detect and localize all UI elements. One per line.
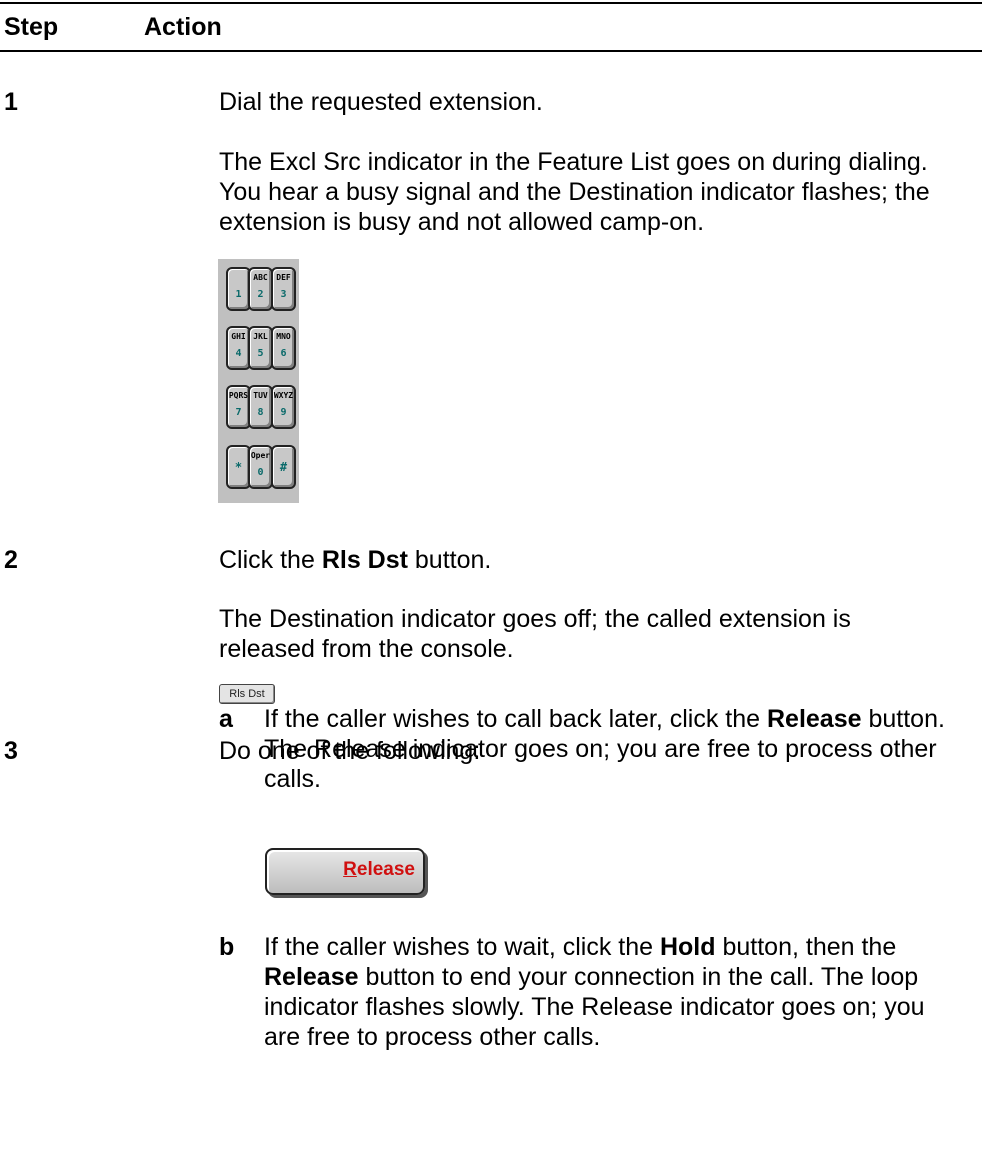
option-b-line1: If the caller wishes to wait, click the … <box>264 933 897 961</box>
release-button[interactable]: Release <box>265 848 425 895</box>
release-button-label: Release <box>343 859 415 880</box>
header-action: Action <box>144 13 222 41</box>
option-b-letter: b <box>219 933 235 961</box>
option-a-line3: calls. <box>264 765 321 793</box>
option-b-line4: are free to process other calls. <box>264 1023 601 1051</box>
step-1-instruction: Dial the requested extension. <box>219 88 543 116</box>
dial-keypad: 1 ABC 2 DEF 3 GHI 4 JKL 5 MNO 6 PQRS 7 TUV 8 WX… <box>218 259 299 503</box>
step-2-desc-line1: The Destination indicator goes off; the … <box>219 605 851 633</box>
option-a-letter: a <box>219 705 233 733</box>
header-rule <box>0 50 982 52</box>
key-2[interactable]: ABC 2 <box>248 267 273 311</box>
key-8[interactable]: TUV 8 <box>248 385 273 429</box>
key-3[interactable]: DEF 3 <box>271 267 296 311</box>
option-b-line3: indicator flashes slowly. The Release in… <box>264 993 925 1021</box>
step-2-desc-line2: released from the console. <box>219 635 514 663</box>
key-0-oper[interactable]: Oper 0 <box>248 445 273 489</box>
step-2-instruction: Click the Rls Dst button. <box>219 546 492 574</box>
key-5[interactable]: JKL 5 <box>248 326 273 370</box>
option-a-line2: The Release indicator goes on; you are f… <box>264 735 937 763</box>
step-1-desc-line3: extension is busy and not allowed camp-o… <box>219 208 705 236</box>
step-number-1: 1 <box>4 88 18 116</box>
key-9[interactable]: WXYZ 9 <box>271 385 296 429</box>
header-step: Step <box>4 13 59 41</box>
step-1-desc-line2: You hear a busy signal and the Destinati… <box>219 178 930 206</box>
option-a-line1: If the caller wishes to call back later,… <box>264 705 945 733</box>
key-hash[interactable]: # <box>271 445 296 489</box>
rls-dst-button[interactable]: Rls Dst <box>219 684 275 704</box>
step-number-2: 2 <box>4 546 18 574</box>
key-6[interactable]: MNO 6 <box>271 326 296 370</box>
table-top-rule <box>0 2 982 4</box>
step-number-3: 3 <box>4 737 18 765</box>
step-1-desc-line1: The Excl Src indicator in the Feature Li… <box>219 148 928 176</box>
option-b-line2: Release button to end your connection in… <box>264 963 919 991</box>
